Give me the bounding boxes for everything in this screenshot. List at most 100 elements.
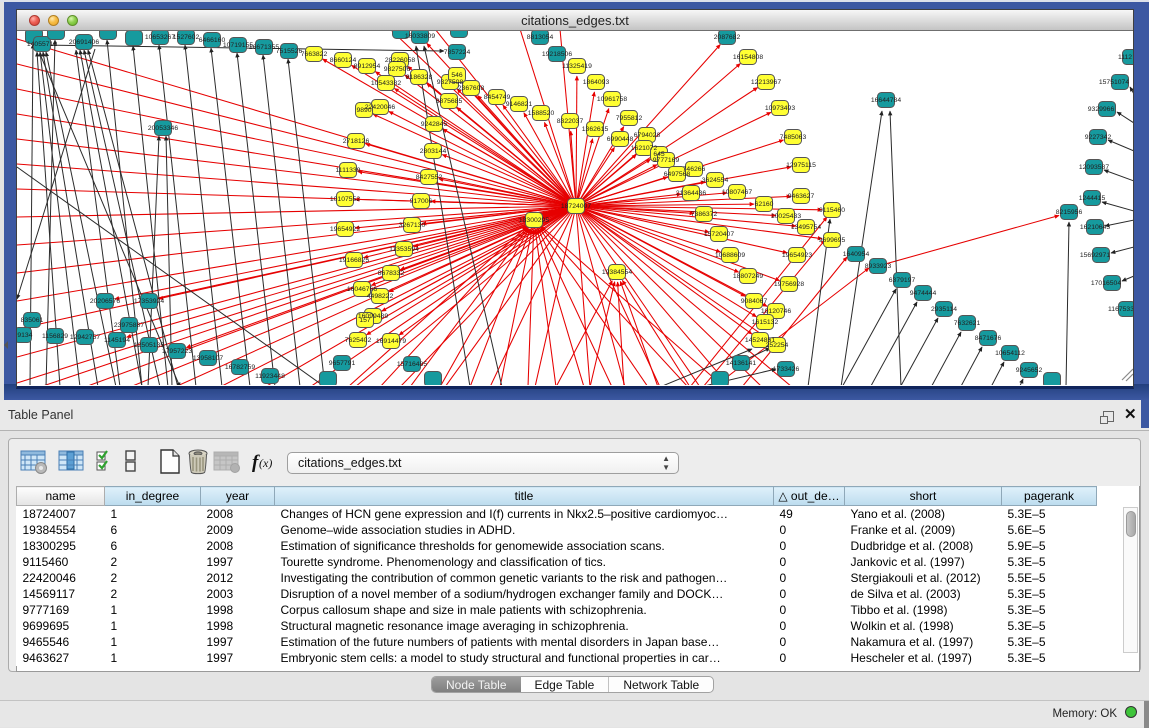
svg-text:3624554: 3624554: [702, 177, 729, 184]
svg-text:9463627: 9463627: [788, 193, 815, 200]
svg-text:10654112: 10654112: [995, 350, 1025, 357]
svg-text:7955812: 7955812: [616, 115, 643, 122]
svg-text:835061: 835061: [21, 317, 44, 324]
svg-text:10025433: 10025433: [771, 213, 801, 220]
svg-text:9146821: 9146821: [506, 101, 533, 108]
svg-text:39134: 39134: [17, 332, 33, 339]
svg-text:1167533: 1167533: [1108, 306, 1133, 313]
svg-text:9329966: 9329966: [1088, 106, 1115, 113]
svg-text:9115460: 9115460: [819, 207, 845, 214]
svg-text:23975887: 23975887: [114, 322, 144, 329]
svg-text:13958107: 13958107: [193, 355, 223, 362]
svg-text:13495754: 13495754: [791, 224, 821, 231]
svg-text:1864093: 1864093: [583, 79, 610, 86]
svg-text:15720407: 15720407: [704, 231, 734, 238]
svg-text:7485063: 7485063: [780, 134, 807, 141]
svg-text:21364436: 21364436: [676, 190, 706, 197]
svg-text:4498222: 4498222: [367, 293, 394, 300]
svg-text:20206576: 20206576: [90, 298, 120, 305]
svg-text:8186328: 8186328: [406, 74, 433, 81]
svg-text:3875685: 3875685: [436, 98, 463, 105]
svg-text:1362615: 1362615: [582, 126, 609, 133]
svg-text:15716485: 15716485: [397, 361, 427, 368]
svg-text:7857224: 7857224: [444, 49, 471, 56]
svg-text:10807467: 10807467: [722, 189, 752, 196]
svg-text:9227342: 9227342: [1085, 134, 1112, 141]
svg-text:546: 546: [451, 72, 463, 79]
svg-text:14136141: 14136141: [726, 360, 756, 367]
svg-text:1145194: 1145194: [104, 337, 130, 344]
svg-text:9699695: 9699695: [819, 237, 846, 244]
svg-text:19654923: 19654923: [782, 252, 812, 259]
svg-text:6466160: 6466160: [199, 37, 226, 44]
svg-text:(x): (x): [259, 456, 272, 470]
svg-text:19654922: 19654922: [330, 226, 360, 233]
svg-text:9242845: 9242845: [421, 121, 448, 128]
svg-text:16154808: 16154808: [733, 54, 763, 61]
svg-text:7625402: 7625402: [345, 337, 372, 344]
svg-text:8912954: 8912954: [354, 63, 381, 70]
svg-text:16914479: 16914479: [376, 338, 406, 345]
svg-text:6990448: 6990448: [607, 136, 634, 143]
svg-text:1244415: 1244415: [1079, 195, 1106, 202]
svg-text:6497568: 6497568: [664, 171, 691, 178]
svg-text:15692971: 15692971: [1080, 252, 1110, 259]
svg-text:9084067: 9084067: [741, 298, 768, 305]
svg-text:15751074: 15751074: [1099, 79, 1129, 86]
svg-text:10961758: 10961758: [597, 96, 627, 103]
svg-text:10120746: 10120746: [761, 308, 791, 315]
svg-text:9777169: 9777169: [653, 157, 680, 164]
svg-text:12213967: 12213967: [751, 79, 781, 86]
svg-text:16671355: 16671355: [249, 44, 279, 51]
svg-text:2803144: 2803144: [420, 148, 447, 155]
svg-text:10688609: 10688609: [715, 252, 745, 259]
svg-text:20691406: 20691406: [69, 39, 99, 46]
svg-text:20053346: 20053346: [148, 125, 178, 132]
svg-text:17016504: 17016504: [1091, 280, 1121, 287]
svg-text:9474444: 9474444: [910, 290, 937, 297]
svg-text:2087682: 2087682: [714, 34, 741, 41]
svg-text:1733426: 1733426: [773, 366, 800, 373]
svg-text:16033809: 16033809: [405, 33, 435, 40]
svg-text:10543382: 10543382: [371, 80, 401, 87]
svg-text:2935114: 2935114: [931, 306, 957, 313]
svg-text:16782759: 16782759: [225, 364, 255, 371]
svg-text:1112: 1112: [1118, 54, 1132, 61]
svg-text:18300295: 18300295: [519, 217, 549, 224]
svg-text:8215956: 8215956: [1056, 209, 1083, 216]
svg-text:1111339: 1111339: [336, 167, 361, 174]
svg-text:8813054: 8813054: [527, 34, 554, 41]
svg-text:16210643: 16210643: [1080, 224, 1110, 231]
svg-text:157: 157: [359, 317, 371, 324]
svg-text:1640954: 1640954: [843, 251, 870, 258]
svg-text:2367608: 2367608: [458, 85, 485, 92]
svg-text:10653267: 10653267: [145, 34, 175, 41]
svg-text:11325419: 11325419: [562, 63, 592, 70]
svg-text:9890: 9890: [356, 107, 371, 114]
svg-text:8322037: 8322037: [557, 118, 584, 125]
svg-text:12093587: 12093587: [1079, 164, 1109, 171]
svg-text:8678332: 8678332: [378, 270, 405, 277]
svg-text:19756928: 19756928: [774, 281, 804, 288]
svg-text:252254: 252254: [766, 342, 789, 349]
svg-text:2718126: 2718126: [343, 138, 370, 145]
svg-text:10107552: 10107552: [330, 196, 360, 203]
svg-text:9245652: 9245652: [1016, 367, 1043, 374]
svg-text:11923448: 11923448: [255, 373, 285, 380]
svg-text:7386372: 7386372: [691, 211, 718, 218]
svg-text:12505135: 12505135: [134, 342, 164, 349]
svg-text:18807249: 18807249: [733, 273, 763, 280]
svg-text:9657791: 9657791: [329, 360, 356, 367]
svg-text:28226058: 28226058: [385, 57, 415, 64]
svg-text:9827506: 9827506: [384, 66, 411, 73]
svg-text:8454749: 8454749: [484, 94, 511, 101]
svg-text:7515526: 7515526: [276, 48, 303, 55]
svg-text:1156829: 1156829: [42, 333, 68, 340]
svg-text:16644784: 16644784: [871, 97, 901, 104]
svg-text:12975115: 12975115: [786, 162, 816, 169]
svg-text:10973493: 10973493: [765, 105, 795, 112]
svg-text:3267130: 3267130: [399, 222, 426, 229]
svg-text:1588520: 1588520: [528, 110, 555, 117]
svg-text:19166825: 19166825: [339, 257, 369, 264]
svg-text:1615132: 1615132: [752, 319, 779, 326]
